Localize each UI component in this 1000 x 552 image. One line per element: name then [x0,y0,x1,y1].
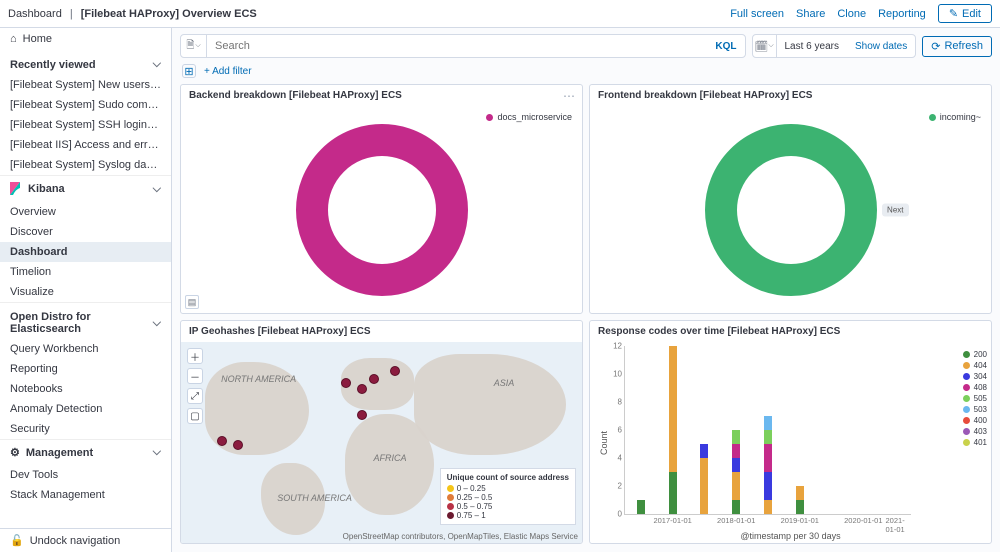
sidebar-item[interactable]: Dashboard [0,242,171,262]
refresh-button[interactable]: ⟳ Refresh [922,36,992,57]
sidebar-item[interactable]: Security [0,419,171,439]
sidebar-item[interactable]: Anomaly Detection [0,399,171,419]
sidebar-item[interactable]: Dev Tools [0,465,171,485]
sidebar-item[interactable]: [Filebeat IIS] Access and error logs ECS [0,135,171,155]
sidebar-item[interactable]: Discover [0,222,171,242]
fit-icon[interactable]: ⤢ [187,388,203,404]
sidebar-item[interactable]: Notebooks [0,379,171,399]
sidebar-item[interactable]: Visualize [0,282,171,302]
lock-icon: 🔓 [10,534,24,547]
legend-item[interactable]: 401 [963,438,987,447]
breadcrumb-root[interactable]: Dashboard [8,8,62,20]
sidebar-item[interactable]: [Filebeat System] Syslog dashboard ECS [0,155,171,175]
legend-item[interactable]: 403 [963,427,987,436]
legend-item[interactable]: docs_microservice [486,112,572,122]
legend-item[interactable]: 503 [963,405,987,414]
legend-item[interactable]: incoming~ [929,112,981,122]
pencil-icon: ✎ [949,7,958,20]
panel-options-icon[interactable]: ⋯ [563,89,576,103]
sidebar-group-recent[interactable]: Recently viewed ⌵ [0,50,171,75]
legend-item[interactable]: 408 [963,383,987,392]
legend-item[interactable]: 400 [963,416,987,425]
share-link[interactable]: Share [796,8,825,20]
chevron-down-icon: ⌵ [153,317,161,330]
sidebar-item[interactable]: Stack Management [0,485,171,505]
time-picker[interactable]: 🗓⌵ Last 6 years Show dates [752,34,917,58]
sidebar-item[interactable]: Overview [0,202,171,222]
legend-item[interactable]: 304 [963,372,987,381]
sidebar-group-opendistro[interactable]: Open Distro for Elasticsearch ⌵ [0,302,171,339]
sidebar-group-kibana[interactable]: Kibana ⌵ [0,175,171,202]
stacked-bar-chart[interactable]: 0246810122017-01-012018-01-012019-01-012… [624,346,911,515]
query-bar: 🗎⌵ KQL [180,34,746,58]
home-icon: ⌂ [10,33,17,45]
top-breadcrumb-bar: Dashboard | [Filebeat HAProxy] Overview … [0,0,1000,28]
undock-nav[interactable]: 🔓 Undock navigation [0,529,171,552]
panel-frontend-breakdown: Frontend breakdown [Filebeat HAProxy] EC… [589,84,992,314]
breadcrumb-sep: | [70,8,73,20]
zoom-out-icon[interactable]: － [187,368,203,384]
fullscreen-link[interactable]: Full screen [730,8,784,20]
saved-query-icon[interactable]: 🗎⌵ [181,35,207,57]
kibana-icon [10,182,22,196]
panel-geohashes: IP Geohashes [Filebeat HAProxy] ECS NORT… [180,320,583,544]
sidebar-item[interactable]: Timelion [0,262,171,282]
search-input[interactable] [207,40,707,52]
breadcrumb-current: [Filebeat HAProxy] Overview ECS [81,8,257,20]
donut-backend [292,120,472,300]
chevron-down-icon: ⌵ [153,183,161,196]
next-pill[interactable]: Next [882,203,908,216]
clone-link[interactable]: Clone [837,8,866,20]
legend-item[interactable]: 505 [963,394,987,403]
map-legend: Unique count of source address 0 – 0.250… [440,468,576,525]
sidebar-item[interactable]: [Filebeat System] Sudo commands ECS [0,95,171,115]
show-dates[interactable]: Show dates [847,41,915,52]
table-icon[interactable]: ▤ [185,295,199,309]
sidebar-item[interactable]: [Filebeat System] SSH login attempts E… [0,115,171,135]
refresh-icon: ⟳ [931,40,940,53]
legend-item[interactable]: 404 [963,361,987,370]
sidebar-group-management[interactable]: ⚙ Management ⌵ [0,439,171,465]
legend-item[interactable]: 200 [963,350,987,359]
sidebar-item[interactable]: Query Workbench [0,339,171,359]
box-select-icon[interactable]: ▢ [187,408,203,424]
sidebar-item[interactable]: [Filebeat System] New users and group… [0,75,171,95]
filter-menu-icon[interactable]: ⊞ [182,64,196,78]
reporting-link[interactable]: Reporting [878,8,926,20]
sidebar-item[interactable]: Reporting [0,359,171,379]
panel-backend-breakdown: Backend breakdown [Filebeat HAProxy] ECS… [180,84,583,314]
calendar-icon: 🗓⌵ [753,35,777,57]
sidebar-home[interactable]: ⌂ Home [0,28,171,50]
gear-icon: ⚙ [10,446,20,459]
panel-response-codes: Response codes over time [Filebeat HAPro… [589,320,992,544]
add-filter[interactable]: + Add filter [204,66,252,77]
geo-point[interactable] [390,366,400,376]
map[interactable]: NORTH AMERICA SOUTH AMERICA AFRICA ASIA [181,342,582,543]
chevron-down-icon: ⌵ [153,446,161,459]
donut-frontend: Next [701,120,881,300]
edit-button[interactable]: ✎ Edit [938,4,992,23]
chevron-down-icon: ⌵ [153,58,161,71]
sidebar: ⌂ Home Recently viewed ⌵ [Filebeat Syste… [0,28,172,552]
zoom-in-icon[interactable]: ＋ [187,348,203,364]
kql-toggle[interactable]: KQL [707,41,744,52]
